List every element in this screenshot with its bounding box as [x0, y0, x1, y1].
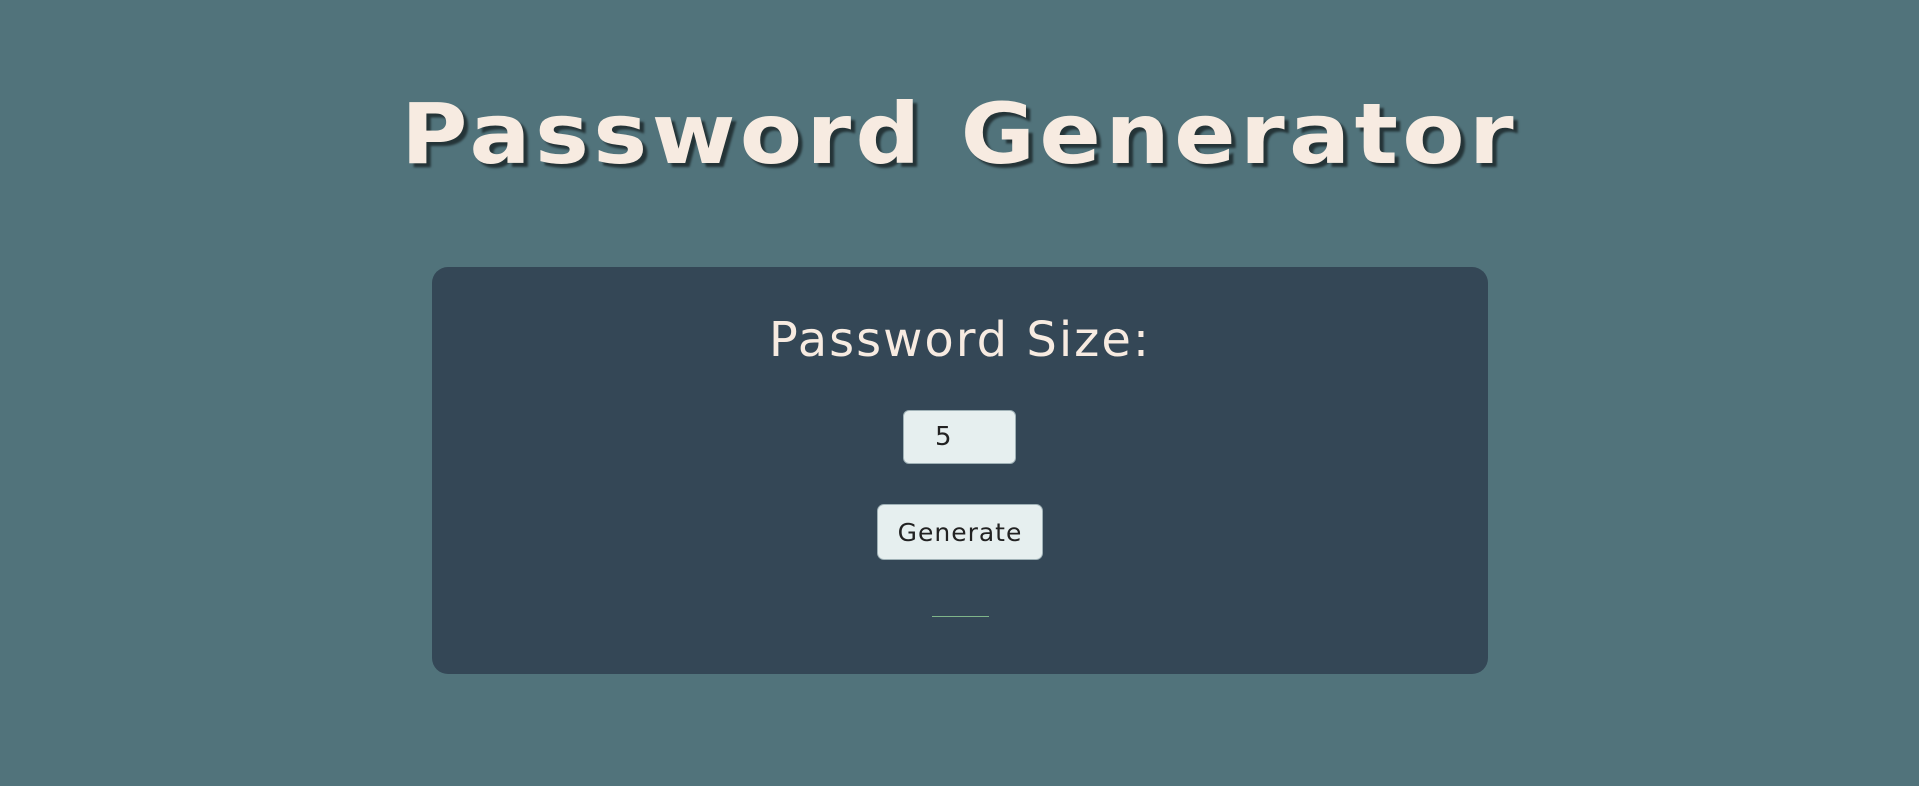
password-size-input[interactable] [903, 410, 1016, 464]
generator-card: Password Size: Generate [432, 267, 1488, 674]
password-size-label: Password Size: [768, 312, 1152, 368]
password-generator-app: Password Generator Password Size: Genera… [0, 0, 1919, 786]
generated-password-underline [932, 616, 989, 617]
generate-button[interactable]: Generate [877, 504, 1043, 560]
page-title: Password Generator [401, 85, 1518, 183]
